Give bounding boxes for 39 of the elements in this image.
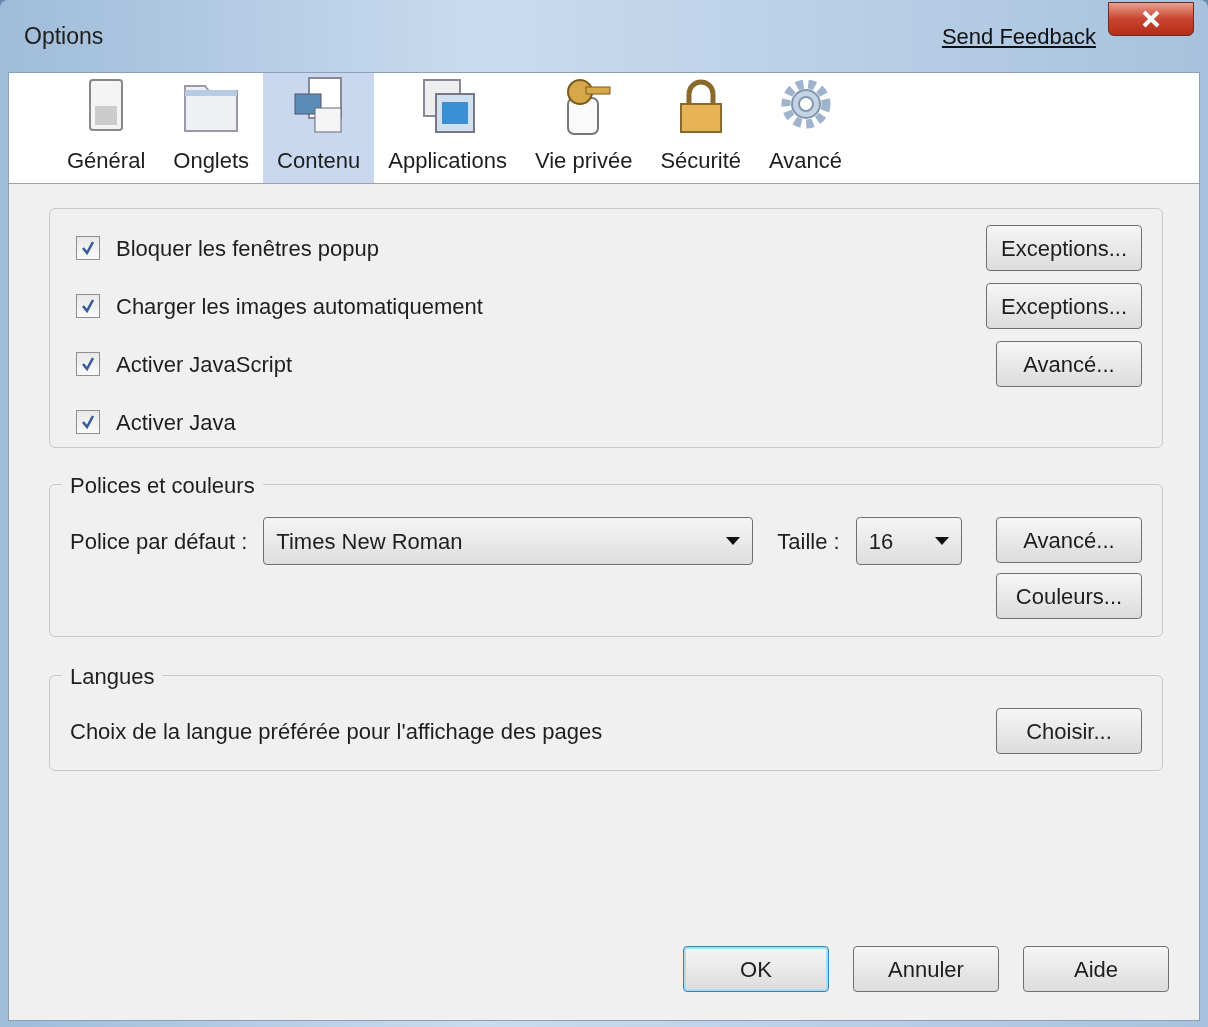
checkbox-label: Bloquer les fenêtres popup	[116, 234, 379, 263]
checkmark-icon	[80, 298, 96, 314]
field-label: Police par défaut :	[70, 527, 248, 556]
dialog-button[interactable]: Annuler	[853, 946, 999, 992]
checkbox[interactable]	[76, 410, 100, 434]
description-text: Choix de la langue préférée pour l'affichage des pages	[70, 717, 603, 746]
toolbar-tab[interactable]: Avancé	[755, 73, 857, 183]
toolbar-tab[interactable]: Onglets	[159, 73, 264, 183]
dialog-button[interactable]: Choisir...	[996, 708, 1142, 754]
checkbox[interactable]	[76, 294, 100, 318]
checkbox-label: Activer JavaScript	[116, 350, 293, 379]
dialog-button[interactable]: Exceptions...	[986, 225, 1142, 271]
checkmark-icon	[80, 240, 96, 256]
toolbar-tab[interactable]: Général	[53, 73, 160, 183]
checkmark-icon	[80, 356, 96, 372]
window-title: Options	[24, 21, 104, 51]
dialog-button[interactable]: Couleurs...	[996, 573, 1142, 619]
close-icon	[1141, 10, 1161, 28]
dialog-button[interactable]: OK	[683, 946, 829, 992]
toolbar-tab[interactable]: Applications	[374, 73, 521, 183]
close-button[interactable]	[1108, 2, 1194, 36]
dialog-button[interactable]: Avancé...	[996, 341, 1142, 387]
font-dropdown[interactable]: Times New Roman	[263, 517, 754, 565]
toolbar-tab[interactable]: Vie privée	[520, 73, 647, 183]
checkmark-icon	[80, 414, 96, 430]
dropdown-arrow-icon	[934, 537, 949, 545]
toolbar-tab[interactable]: Sécurité	[646, 73, 756, 183]
dialog-button[interactable]: Exceptions...	[986, 283, 1142, 329]
send-feedback-link[interactable]: Send Feedback	[941, 19, 1096, 53]
dialog-button[interactable]: Aide	[1023, 946, 1169, 992]
checkbox-label: Charger les images automatiquement	[116, 292, 483, 321]
size-dropdown[interactable]: 16	[855, 517, 962, 565]
field-label: Taille :	[777, 527, 840, 556]
toolbar-tab[interactable]: Contenu	[263, 73, 375, 183]
checkbox-label: Activer Java	[116, 408, 236, 437]
dialog-button[interactable]: Avancé...	[996, 517, 1142, 563]
checkbox[interactable]	[76, 352, 100, 376]
checkbox[interactable]	[76, 236, 100, 260]
dropdown-arrow-icon	[726, 537, 741, 545]
